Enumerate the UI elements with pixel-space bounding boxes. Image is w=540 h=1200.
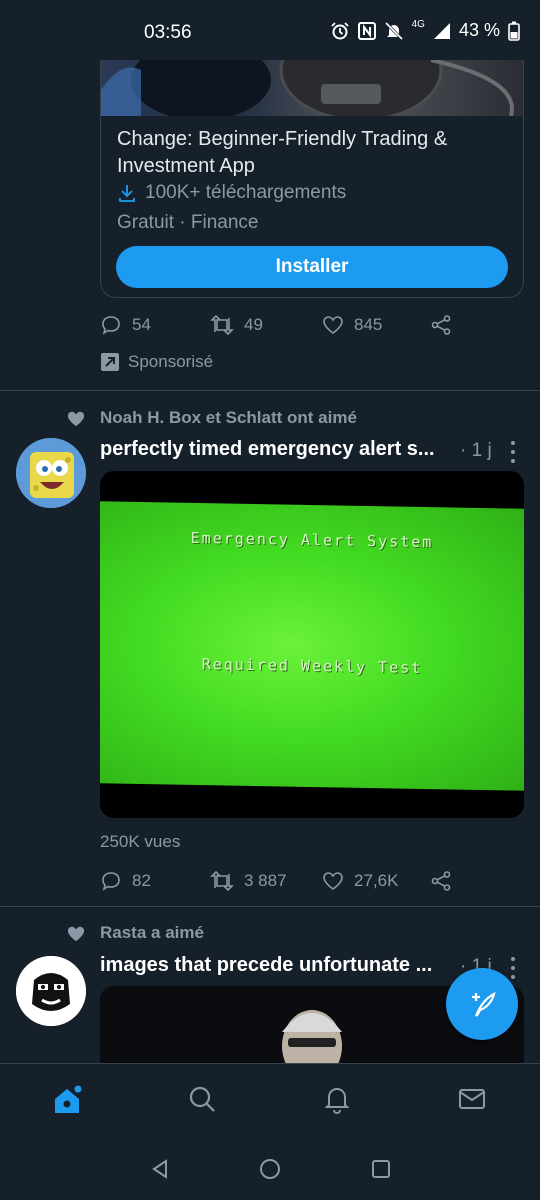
tweet-actions: 82 3 887 27,6K: [100, 870, 460, 892]
signal-icon: [433, 22, 450, 39]
social-context[interactable]: Noah H. Box et Schlatt ont aimé: [66, 408, 357, 428]
share-icon: [431, 871, 451, 891]
media-line-2: Required Weekly Test: [201, 655, 423, 677]
social-context-text: Noah H. Box et Schlatt ont aimé: [100, 408, 357, 427]
like-icon: [323, 316, 343, 334]
battery-icon: [508, 21, 520, 41]
share-button[interactable]: [430, 314, 452, 336]
download-icon: [119, 185, 135, 202]
install-button[interactable]: Installer: [116, 246, 508, 288]
media-video-frame: Emergency Alert System Required Weekly T…: [100, 501, 524, 791]
home-icon: [55, 1085, 82, 1113]
avatar[interactable]: [16, 438, 86, 508]
ad-image[interactable]: [100, 60, 524, 122]
more-options-button[interactable]: [505, 957, 521, 979]
back-triangle-icon: [152, 1159, 167, 1179]
ad-downloads-text: 100K+ téléchargements: [145, 182, 347, 203]
retweet-icon: [210, 314, 234, 336]
divider: [0, 906, 540, 907]
recents-square-icon: [372, 1160, 390, 1178]
ad-actions: 54 49 845: [100, 314, 460, 336]
compose-icon: [472, 991, 496, 1017]
ad-downloads: 100K+ téléchargements: [117, 182, 346, 204]
status-icons: 4G 43 %: [330, 19, 520, 41]
reply-icon: [102, 316, 120, 335]
share-button[interactable]: [430, 870, 452, 892]
like-count: 27,6K: [354, 871, 399, 890]
retweet-icon: [210, 870, 234, 892]
like-button[interactable]: 845: [322, 314, 430, 336]
retweet-button[interactable]: 3 887: [210, 870, 322, 892]
social-context-text: Rasta a aimé: [100, 923, 204, 942]
bell-icon: [324, 1088, 350, 1114]
retweet-button[interactable]: 49: [210, 314, 322, 336]
reply-button[interactable]: 82: [100, 870, 210, 892]
tweet-text[interactable]: perfectly timed emergency alert s...: [100, 438, 460, 461]
reply-button[interactable]: 54: [100, 314, 210, 336]
retweet-count: 49: [244, 315, 263, 334]
compose-button[interactable]: [446, 968, 518, 1040]
system-recents-button[interactable]: [369, 1157, 393, 1186]
retweet-count: 3 887: [244, 871, 287, 890]
nav-messages[interactable]: [457, 1084, 487, 1114]
ad-title[interactable]: Change: Beginner-Friendly Trading & Inve…: [117, 126, 507, 180]
sponsored-label: Sponsorisé: [100, 352, 213, 372]
reply-icon: [102, 872, 120, 891]
system-nav-bar: [0, 1139, 540, 1200]
tweet-media[interactable]: Emergency Alert System Required Weekly T…: [100, 471, 524, 818]
view-count: 250K vues: [100, 832, 181, 851]
nav-notifications[interactable]: [322, 1084, 352, 1114]
mute-icon: [384, 21, 403, 40]
tweet-time[interactable]: · 1 j: [460, 440, 492, 462]
reply-count: 54: [132, 315, 151, 334]
alarm-icon: [330, 21, 349, 39]
sponsored-text: Sponsorisé: [128, 352, 214, 371]
status-time: 03:56: [144, 22, 192, 43]
nav-search[interactable]: [187, 1084, 217, 1114]
like-count: 845: [354, 315, 383, 334]
more-options-button[interactable]: [505, 441, 521, 463]
bottom-nav: [0, 1063, 540, 1139]
avatar-image: [16, 956, 86, 1026]
avatar-image: [16, 438, 86, 508]
heart-filled-icon: [67, 411, 85, 427]
reply-count: 82: [132, 871, 151, 890]
nfc-icon: [357, 21, 376, 40]
like-button[interactable]: 27,6K: [322, 870, 430, 892]
media-line-1: Emergency Alert System: [190, 528, 434, 552]
social-context[interactable]: Rasta a aimé: [66, 923, 204, 943]
battery-percent: 43 %: [458, 20, 500, 40]
ad-image-art: [101, 60, 514, 122]
search-icon: [189, 1086, 215, 1112]
mail-icon: [459, 1089, 485, 1109]
system-home-button[interactable]: [258, 1157, 282, 1186]
timeline-feed[interactable]: Change: Beginner-Friendly Trading & Inve…: [0, 60, 540, 1063]
status-bar: 03:56 4G 43 %: [0, 0, 540, 60]
heart-filled-icon: [67, 926, 85, 942]
share-icon: [431, 315, 451, 335]
network-label: 4G: [411, 19, 425, 30]
system-back-button[interactable]: [148, 1157, 172, 1186]
ad-category: Gratuit · Finance: [117, 212, 259, 233]
avatar[interactable]: [16, 956, 86, 1026]
nav-home[interactable]: [52, 1084, 82, 1114]
like-icon: [323, 872, 343, 890]
promoted-icon: [101, 353, 119, 371]
tweet-text[interactable]: images that precede unfortunate ...: [100, 954, 460, 977]
divider: [0, 390, 540, 391]
home-circle-icon: [260, 1159, 280, 1179]
